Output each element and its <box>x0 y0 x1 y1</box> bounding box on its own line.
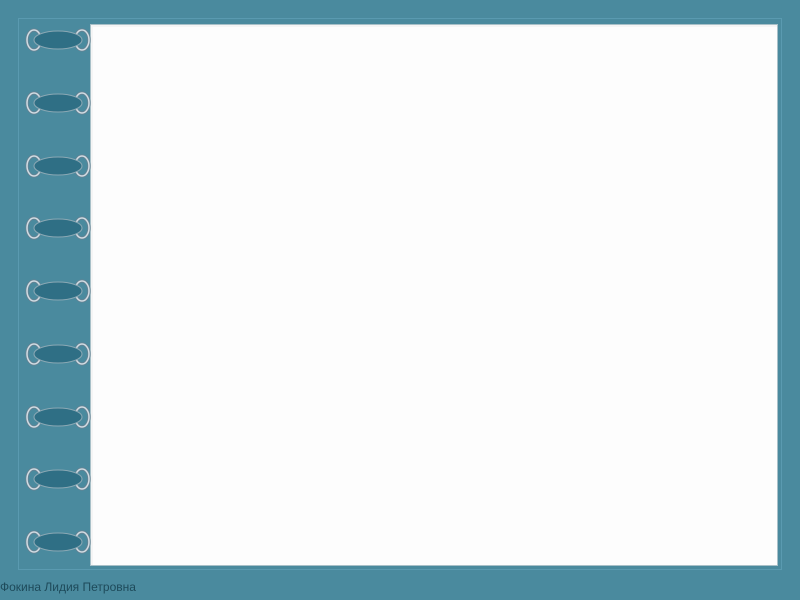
binder-ring <box>26 154 90 178</box>
binder-ring <box>26 342 90 366</box>
binder-ring <box>26 91 90 115</box>
binder-ring <box>26 530 90 554</box>
binder-ring <box>26 28 90 52</box>
author-credit: Фокина Лидия Петровна <box>0 580 136 594</box>
binder-ring <box>26 467 90 491</box>
notebook-page <box>90 24 778 566</box>
spiral-binding <box>26 28 96 554</box>
binder-ring <box>26 216 90 240</box>
binder-ring <box>26 279 90 303</box>
binder-ring <box>26 405 90 429</box>
